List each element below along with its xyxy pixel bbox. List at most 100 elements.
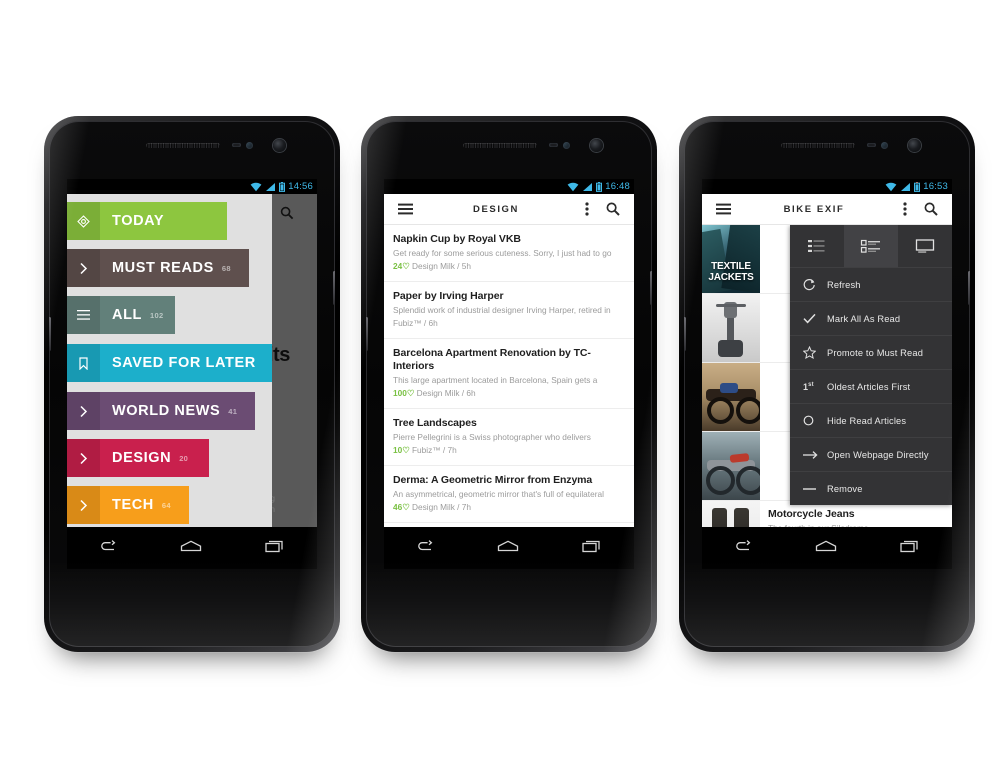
article-summary: Pierre Pellegrini is a Swiss photographe…	[393, 432, 591, 442]
feed-body: TEXTILEJACKETSMotorcycle JeansThe fourth…	[702, 225, 952, 569]
power-button[interactable]	[333, 271, 335, 305]
drawer-item-label: MUST READS	[112, 260, 214, 276]
menu-item-remove[interactable]: Remove	[790, 472, 952, 505]
article-like-count: 24♡	[393, 261, 410, 271]
article-list[interactable]: Napkin Cup by Royal VKB Get ready for som…	[384, 225, 634, 569]
article-list-item[interactable]: Derma: A Geometric Mirror from Enzyma An …	[384, 466, 634, 523]
phone-gloss	[49, 561, 335, 647]
back-button-icon[interactable]	[732, 539, 754, 558]
earpiece-speaker	[781, 143, 856, 148]
menu-item-mark-all-as-read[interactable]: Mark All As Read	[790, 302, 952, 336]
drawer-item-badge: 102	[150, 310, 164, 320]
motorcycle-front-photo[interactable]	[702, 294, 760, 362]
overflow-menu-items[interactable]: Refresh Mark All As Read Promote to Must R…	[790, 268, 952, 505]
phone-gloss	[366, 561, 652, 647]
battery-icon	[914, 181, 921, 192]
earpiece-speaker	[463, 143, 538, 148]
status-bar: 16:53	[702, 179, 952, 194]
home-button-icon[interactable]	[814, 539, 838, 558]
eye-icon	[67, 202, 100, 240]
article-list-item[interactable]: Barcelona Apartment Renovation by TC-Int…	[384, 339, 634, 409]
hamburger-icon[interactable]	[710, 203, 736, 215]
search-icon[interactable]	[600, 202, 626, 216]
signal-icon	[583, 182, 593, 191]
volume-button[interactable]	[684, 317, 686, 351]
view-mode-switcher[interactable]	[790, 225, 952, 268]
magazine-view-icon[interactable]	[898, 225, 952, 267]
drawer-item-badge: 20	[179, 453, 189, 463]
circle-icon	[803, 415, 827, 426]
drawer-item-design[interactable]: DESIGN 20	[67, 439, 209, 477]
action-bar: BIKE EXIF	[702, 194, 952, 225]
thumbnail-caption: TEXTILE JACKETS	[708, 261, 754, 283]
front-camera-icon	[590, 139, 603, 152]
drawer-item-saved-for-later[interactable]: SAVED FOR LATER	[67, 344, 272, 382]
phone-device-list: 16:48 DESIGN Napkin Cup by Royal VKB Get …	[361, 116, 657, 652]
recents-button-icon[interactable]	[263, 539, 287, 558]
article-meta: 46♡ Design Milk / 7h	[393, 501, 625, 513]
article-meta: Fubiz™ / 6h	[393, 317, 625, 329]
menu-item-promote-to-must-read[interactable]: Promote to Must Read	[790, 336, 952, 370]
drawer-item-must-reads[interactable]: MUST READS 68	[67, 249, 249, 287]
search-icon[interactable]	[918, 202, 944, 216]
first-order-icon: 1st	[803, 381, 814, 392]
phone-bezel: 14:56 its d ng an TODAYMUST	[49, 121, 335, 647]
hamburger-icon[interactable]	[392, 203, 418, 215]
drawer-item-today[interactable]: TODAY	[67, 202, 227, 240]
proximity-sensor-icon	[232, 143, 241, 147]
article-title: Paper by Irving Harper	[393, 290, 504, 302]
drawer-screen-body: its d ng an TODAYMUST READS68ALL102SAVED…	[67, 194, 317, 569]
drawer-item-world-news[interactable]: WORLD NEWS 41	[67, 392, 255, 430]
android-navigation-bar	[702, 527, 952, 569]
drawer-item-all[interactable]: ALL 102	[67, 296, 175, 334]
light-sensor-icon	[881, 142, 888, 149]
drawer-item-label: DESIGN	[112, 450, 172, 466]
drawer-item-tech[interactable]: TECH 64	[67, 486, 189, 524]
vintage-motorcycle-photo[interactable]	[702, 363, 760, 431]
wifi-icon	[885, 182, 897, 191]
navigation-drawer: TODAY MUST READS 68 ALL 102 SAVED FOR LATER WO…	[67, 194, 317, 547]
signal-icon	[901, 182, 911, 191]
wifi-icon	[567, 182, 579, 191]
article-source: Fubiz™ / 7h	[411, 445, 457, 455]
phone-screen-drawer: 14:56 its d ng an TODAYMUST	[67, 179, 317, 569]
android-navigation-bar	[67, 527, 317, 569]
menu-item-hide-read-articles[interactable]: Hide Read Articles	[790, 404, 952, 438]
menu-item-oldest-articles-first[interactable]: 1st Oldest Articles First	[790, 370, 952, 404]
status-time: 16:53	[923, 180, 948, 192]
phone-device-menu: 16:53 BIKE EXIF TEXTILE JACKETS Motorcyc…	[679, 116, 975, 652]
power-button[interactable]	[650, 271, 652, 305]
compact-view-icon[interactable]	[844, 225, 898, 267]
overflow-dots-icon[interactable]	[892, 202, 918, 216]
drawer-item-label: TODAY	[112, 213, 165, 229]
textile-jackets-ad[interactable]: TEXTILE JACKETS	[702, 225, 760, 293]
phone-device-drawer: 14:56 its d ng an TODAYMUST	[44, 116, 340, 652]
volume-button[interactable]	[366, 317, 368, 351]
home-button-icon[interactable]	[496, 539, 520, 558]
article-list-item[interactable]: Napkin Cup by Royal VKB Get ready for som…	[384, 225, 634, 282]
article-meta: 100♡ Design Milk / 6h	[393, 387, 625, 399]
front-camera-icon	[273, 139, 286, 152]
phone-bezel: 16:48 DESIGN Napkin Cup by Royal VKB Get …	[366, 121, 652, 647]
back-button-icon[interactable]	[97, 539, 119, 558]
menu-item-open-webpage-directly[interactable]: Open Webpage Directly	[790, 438, 952, 472]
volume-button[interactable]	[49, 317, 51, 351]
article-list-item[interactable]: Tree Landscapes Pierre Pellegrini is a Sw…	[384, 409, 634, 466]
list-view-icon[interactable]	[790, 225, 844, 267]
scrambler-motorcycle-photo[interactable]	[702, 432, 760, 500]
home-button-icon[interactable]	[179, 539, 203, 558]
menu-item-refresh[interactable]: Refresh	[790, 268, 952, 302]
menu-item-label: Promote to Must Read	[827, 347, 924, 358]
menu-item-label: Mark All As Read	[827, 313, 901, 324]
power-button[interactable]	[968, 271, 970, 305]
recents-button-icon[interactable]	[898, 539, 922, 558]
article-source: Design Milk / 7h	[411, 502, 472, 512]
overflow-menu-popup[interactable]: Refresh Mark All As Read Promote to Must R…	[790, 225, 952, 505]
light-sensor-icon	[563, 142, 570, 149]
recents-button-icon[interactable]	[580, 539, 604, 558]
overflow-dots-icon[interactable]	[574, 202, 600, 216]
article-list-item[interactable]: Paper by Irving Harper Splendid work of i…	[384, 282, 634, 339]
article-source: Design Milk / 6h	[416, 388, 476, 398]
drawer-item-badge: 41	[228, 406, 238, 416]
back-button-icon[interactable]	[414, 539, 436, 558]
